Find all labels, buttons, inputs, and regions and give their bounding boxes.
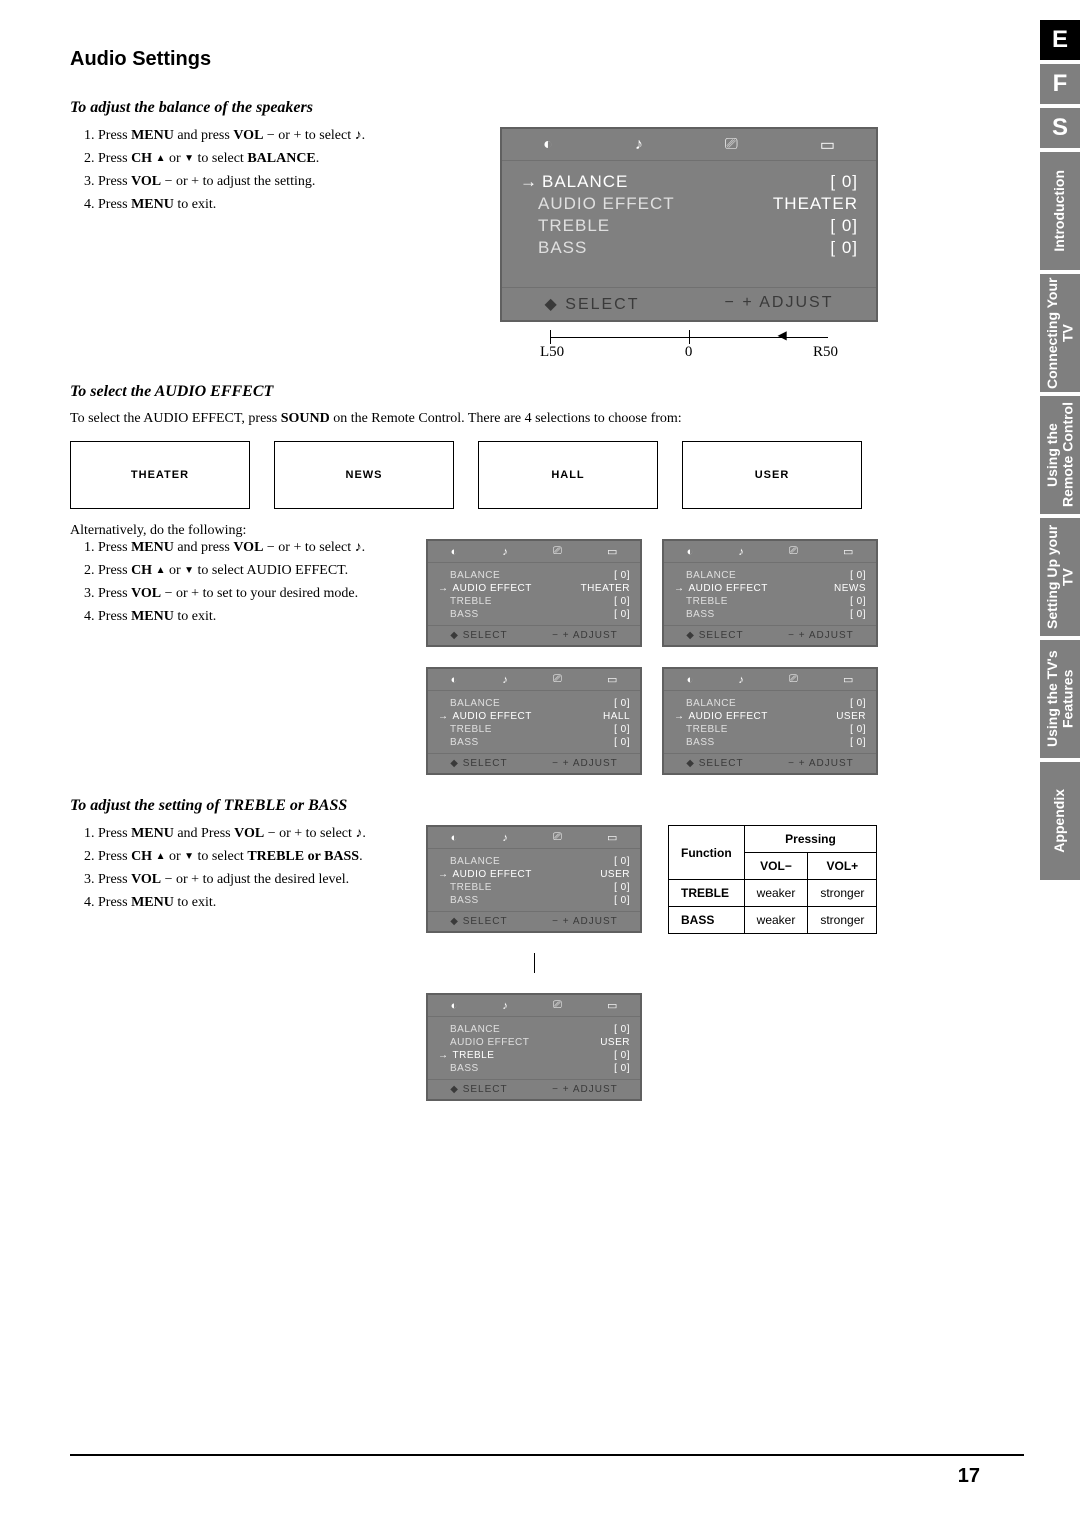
osd-small: ◐ ♪ ⎚ ▭ BALANCE[ 0]AUDIO EFFECTNEWSTREBL… — [662, 539, 878, 647]
picture-icon: ◐ — [543, 136, 553, 154]
picture-icon: ◐ — [451, 674, 458, 686]
effect-hall: HALL — [478, 441, 658, 509]
balance-scale: ◀ L50 0 R50 — [500, 330, 878, 361]
section-treble-bass: To adjust the setting of TREBLE or BASS … — [70, 797, 940, 1101]
cc-icon: ⎚ — [553, 673, 562, 686]
effect-options: THEATER NEWS HALL USER — [70, 441, 940, 509]
heading-treble-bass: To adjust the setting of TREBLE or BASS — [70, 797, 940, 815]
effect-theater: THEATER — [70, 441, 250, 509]
tuner-icon: ▭ — [607, 545, 617, 558]
step: Press CH ▲ or ▼ to select TREBLE or BASS… — [98, 848, 400, 867]
step: Press MENU to exit. — [98, 196, 470, 215]
lang-tab-e[interactable]: E — [1040, 20, 1080, 60]
osd-small: ◐ ♪ ⎚ ▭ BALANCE[ 0]AUDIO EFFECTUSERTREBL… — [426, 993, 642, 1101]
section-balance: To adjust the balance of the speakers Pr… — [70, 99, 940, 361]
picture-icon: ◐ — [687, 546, 694, 558]
tuner-icon: ▭ — [820, 135, 835, 155]
step: Press MENU and press VOL − or + to selec… — [98, 539, 400, 558]
section-tab-remote[interactable]: Using the Remote Control — [1040, 396, 1080, 514]
step: Press CH ▲ or ▼ to select AUDIO EFFECT. — [98, 562, 400, 581]
section-audio-effect: To select the AUDIO EFFECT To select the… — [70, 383, 940, 775]
step: Press VOL − or + to set to your desired … — [98, 585, 400, 604]
osd-balance: ◐ ♪ ⎚ ▭ BALANCE[ 0] AUDIO EFFECTTHEATER … — [500, 127, 878, 322]
section-tab-appendix[interactable]: Appendix — [1040, 762, 1080, 880]
step: Press MENU to exit. — [98, 894, 400, 913]
tuner-icon: ▭ — [843, 545, 853, 558]
steps-treble-bass: Press MENU and Press VOL − or + to selec… — [70, 825, 400, 913]
picture-icon: ◐ — [687, 674, 694, 686]
music-icon: ♪ — [635, 136, 643, 154]
page-title: Audio Settings — [70, 48, 1080, 71]
alt-intro: Alternatively, do the following: — [70, 523, 940, 539]
osd-small: ◐ ♪ ⎚ ▭ BALANCE[ 0]AUDIO EFFECTTHEATERTR… — [426, 539, 642, 647]
side-tabs: E F S Introduction Connecting Your TV Us… — [1040, 20, 1080, 880]
picture-icon: ◐ — [451, 1000, 458, 1012]
flow-arrow — [534, 953, 535, 973]
section-tab-setup[interactable]: Setting Up your TV — [1040, 518, 1080, 636]
cc-icon: ⎚ — [553, 831, 562, 844]
picture-icon: ◐ — [451, 546, 458, 558]
osd-small: ◐ ♪ ⎚ ▭ BALANCE[ 0]AUDIO EFFECTUSERTREBL… — [662, 667, 878, 775]
section-tab-connecting[interactable]: Connecting Your TV — [1040, 274, 1080, 392]
step: Press MENU to exit. — [98, 608, 400, 627]
section-tab-features[interactable]: Using the TV's Features — [1040, 640, 1080, 758]
section-tab-introduction[interactable]: Introduction — [1040, 152, 1080, 270]
tuner-icon: ▭ — [607, 999, 617, 1012]
music-icon: ♪ — [502, 832, 508, 844]
music-icon: ♪ — [502, 1000, 508, 1012]
lang-tab-f[interactable]: F — [1040, 64, 1080, 104]
tuner-icon: ▭ — [843, 673, 853, 686]
step: Press VOL − or + to adjust the desired l… — [98, 871, 400, 890]
lang-tab-s[interactable]: S — [1040, 108, 1080, 148]
function-table: Function Pressing VOL− VOL+ TREBLE weake… — [668, 825, 877, 934]
page-rule — [70, 1454, 1024, 1456]
step: Press MENU and Press VOL − or + to selec… — [98, 825, 400, 844]
osd-small: ◐ ♪ ⎚ ▭ BALANCE[ 0]AUDIO EFFECTHALLTREBL… — [426, 667, 642, 775]
effect-news: NEWS — [274, 441, 454, 509]
tuner-icon: ▭ — [607, 673, 617, 686]
steps-audio-effect: Press MENU and press VOL − or + to selec… — [70, 539, 400, 627]
osd-grid: ◐ ♪ ⎚ ▭ BALANCE[ 0]AUDIO EFFECTTHEATERTR… — [426, 539, 878, 775]
page-number: 17 — [958, 1465, 980, 1488]
heading-audio-effect: To select the AUDIO EFFECT — [70, 383, 940, 401]
step: Press VOL − or + to adjust the setting. — [98, 173, 470, 192]
cc-icon: ⎚ — [725, 136, 738, 154]
intro-text: To select the AUDIO EFFECT, press SOUND … — [70, 411, 940, 427]
heading-balance: To adjust the balance of the speakers — [70, 99, 940, 117]
steps-balance: Press MENU and press VOL − or + to selec… — [70, 127, 470, 215]
music-icon: ♪ — [738, 546, 744, 558]
step: Press CH ▲ or ▼ to select BALANCE. — [98, 150, 470, 169]
step: Press MENU and press VOL − or + to selec… — [98, 127, 470, 146]
cc-icon: ⎚ — [553, 545, 562, 558]
cc-icon: ⎚ — [553, 999, 562, 1012]
tuner-icon: ▭ — [607, 831, 617, 844]
cc-icon: ⎚ — [789, 545, 798, 558]
picture-icon: ◐ — [451, 832, 458, 844]
music-icon: ♪ — [738, 674, 744, 686]
cc-icon: ⎚ — [789, 673, 798, 686]
osd-small: ◐ ♪ ⎚ ▭ BALANCE[ 0]AUDIO EFFECTUSERTREBL… — [426, 825, 642, 933]
music-icon: ♪ — [502, 546, 508, 558]
music-icon: ♪ — [502, 674, 508, 686]
effect-user: USER — [682, 441, 862, 509]
